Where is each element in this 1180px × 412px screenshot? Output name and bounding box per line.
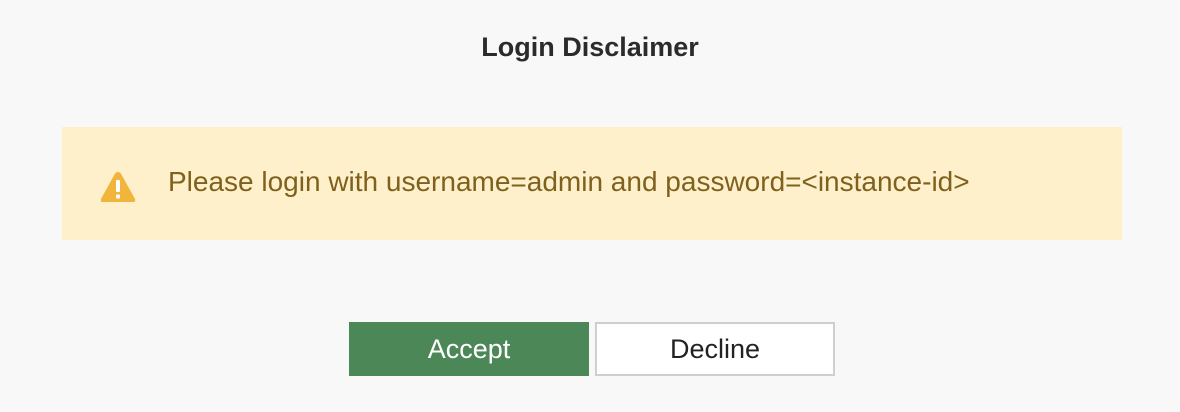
decline-button[interactable]: Decline [595, 322, 835, 376]
dialog-title: Login Disclaimer [481, 32, 699, 62]
disclaimer-message: Please login with username=admin and pas… [168, 166, 970, 197]
warning-icon [99, 170, 137, 204]
accept-button[interactable]: Accept [349, 322, 589, 376]
